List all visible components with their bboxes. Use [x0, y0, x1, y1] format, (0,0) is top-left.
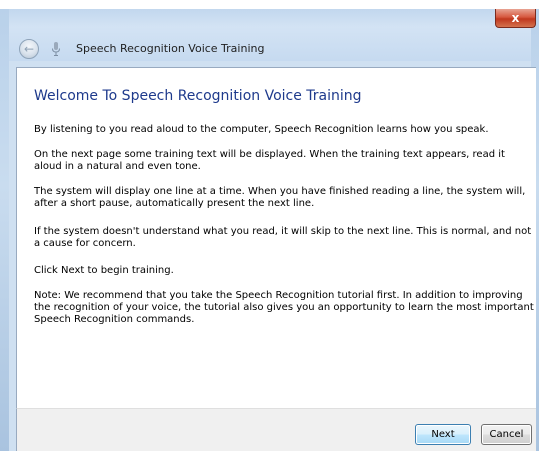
wizard-window: x ← Speech Recognition Voice Training We…	[0, 0, 539, 451]
microphone-icon	[52, 42, 60, 56]
note-paragraph: Note: We recommend that you take the Spe…	[34, 290, 534, 325]
window-left-border	[0, 9, 9, 451]
content-pane: Welcome To Speech Recognition Voice Trai…	[16, 67, 536, 408]
desktop-strip	[0, 0, 539, 9]
begin-paragraph: Click Next to begin training.	[34, 265, 174, 276]
window-title: Speech Recognition Voice Training	[76, 42, 265, 55]
cancel-button[interactable]: Cancel	[481, 424, 532, 445]
close-button[interactable]: x	[495, 9, 536, 28]
page-heading: Welcome To Speech Recognition Voice Trai…	[34, 88, 362, 104]
intro-paragraph: By listening to you read aloud to the co…	[34, 124, 489, 135]
back-arrow-icon: ←	[23, 42, 35, 56]
button-bar: Next Cancel	[16, 408, 536, 451]
instructions-paragraph: On the next page some training text will…	[34, 149, 505, 172]
close-icon: x	[511, 11, 520, 25]
next-button[interactable]: Next	[415, 424, 471, 445]
skip-paragraph: If the system doesn't understand what yo…	[34, 226, 532, 249]
line-display-paragraph: The system will display one line at a ti…	[34, 186, 526, 209]
back-button[interactable]: ←	[19, 39, 39, 59]
